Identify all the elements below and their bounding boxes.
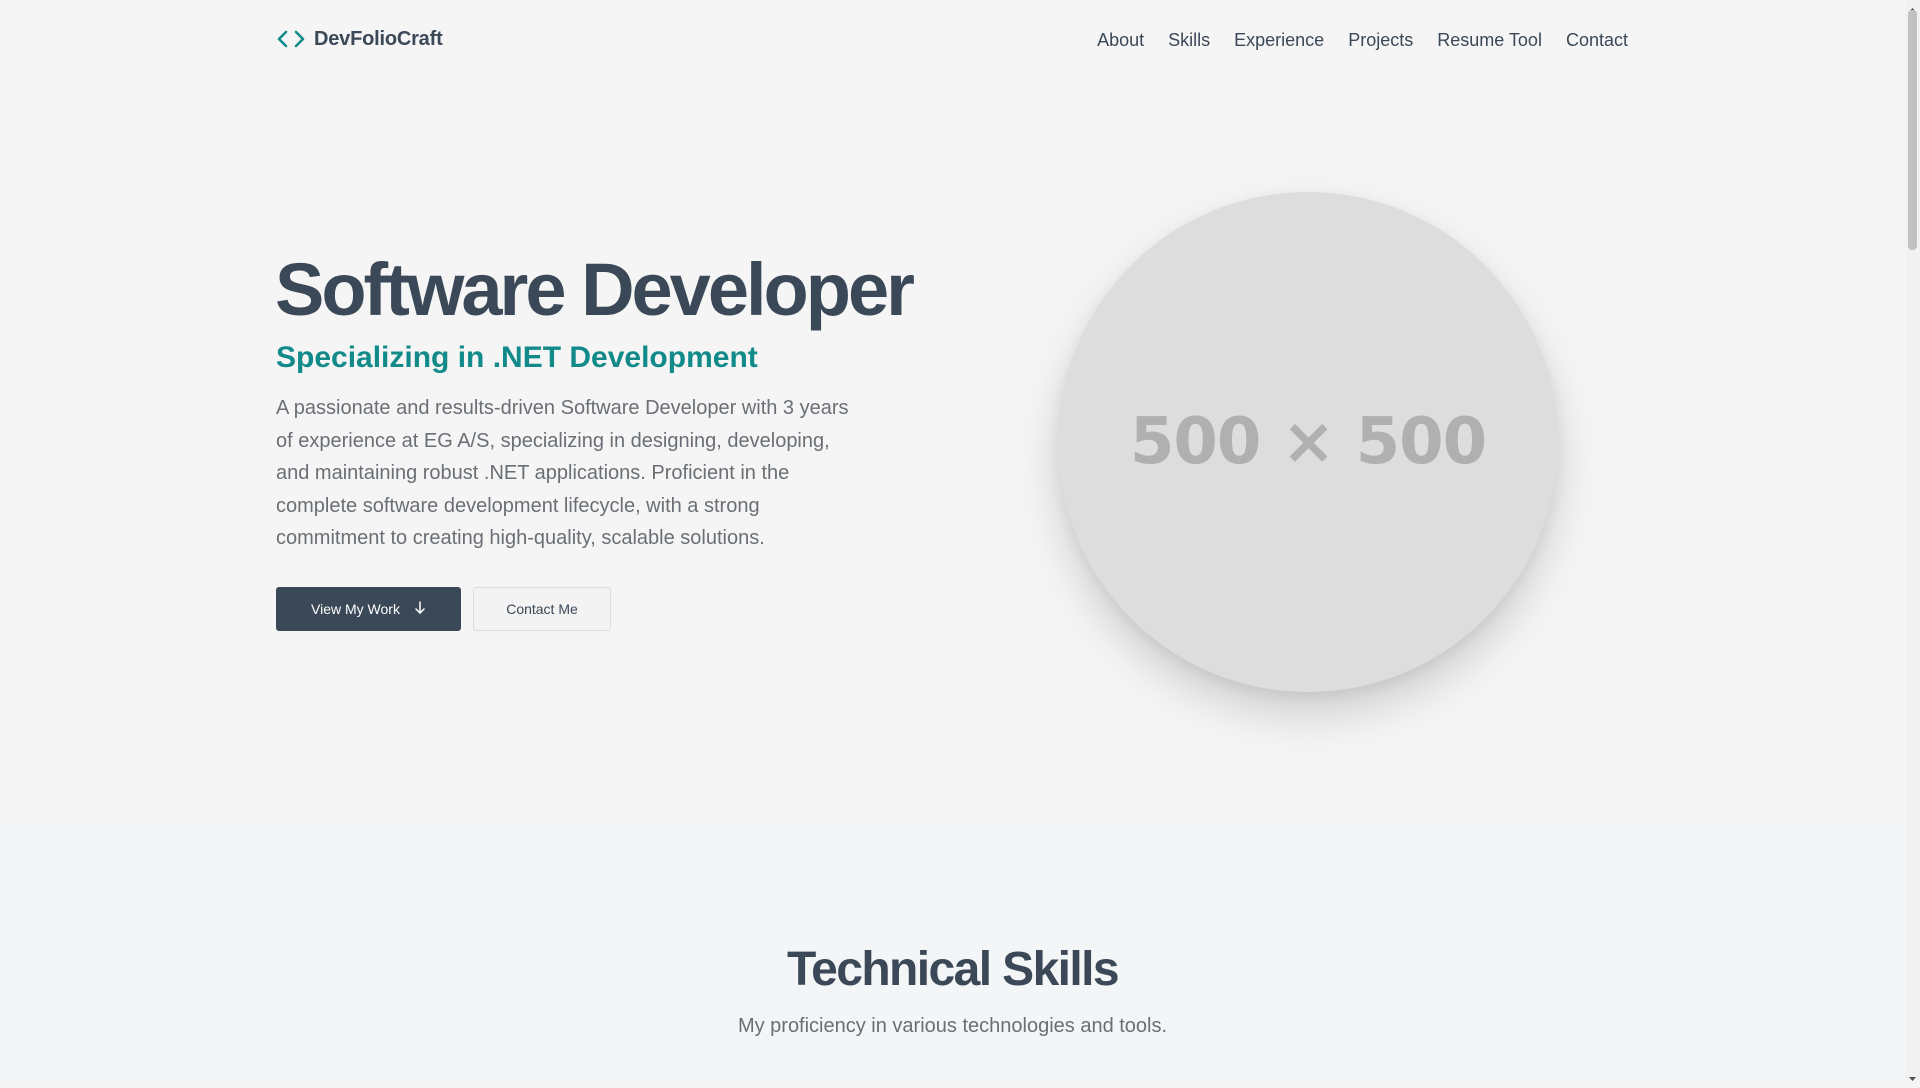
nav-link-projects[interactable]: Projects: [1348, 28, 1413, 52]
skills-title: Technical Skills: [786, 943, 1120, 996]
scroll-up-arrow-icon[interactable]: [1908, 1, 1917, 12]
nav-link-resume-tool[interactable]: Resume Tool: [1437, 28, 1542, 52]
hero-description: A passionate and results-driven Software…: [276, 397, 849, 549]
view-my-work-label: View My Work: [311, 601, 400, 617]
nav-link-skills[interactable]: Skills: [1168, 28, 1210, 52]
contact-me-button[interactable]: Contact Me: [473, 587, 611, 631]
vertical-scrollbar[interactable]: [1905, 0, 1920, 1081]
code-brackets-icon: [276, 26, 306, 52]
image-placeholder-label: 500 × 500: [1129, 405, 1487, 479]
nav-link-about[interactable]: About: [1097, 28, 1144, 52]
main-nav: About Skills Experience Projects Resume …: [1097, 28, 1628, 52]
profile-image-placeholder: 500 × 500: [1058, 192, 1558, 692]
hero-subtitle: Specializing in .NET Development: [276, 341, 758, 374]
site-header: DevFolioCraft About Skills Experience Pr…: [0, 0, 1905, 80]
brand-name: DevFolioCraft: [314, 27, 443, 50]
scrollbar-thumb[interactable]: [1908, 10, 1917, 250]
scroll-down-arrow-icon[interactable]: [1908, 1070, 1917, 1081]
arrow-down-icon: [414, 601, 426, 615]
skills-subtitle: My proficiency in various technologies a…: [737, 1015, 1168, 1037]
nav-link-experience[interactable]: Experience: [1234, 28, 1324, 52]
view-my-work-button[interactable]: View My Work: [276, 587, 461, 631]
skills-section: Technical Skills My proficiency in vario…: [0, 820, 1905, 1080]
nav-link-contact[interactable]: Contact: [1566, 28, 1628, 52]
page: DevFolioCraft About Skills Experience Pr…: [0, 0, 1905, 1080]
hero-title: Software Developer: [275, 248, 915, 331]
brand-logo-link[interactable]: DevFolioCraft: [276, 26, 443, 52]
